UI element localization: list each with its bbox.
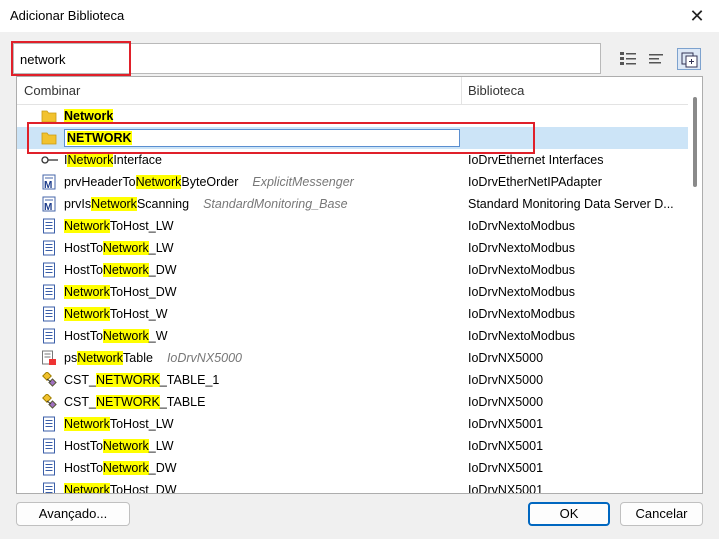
item-name: NETWORK	[64, 129, 460, 147]
table-icon	[41, 350, 57, 366]
item-name: HostToNetwork_DW	[64, 263, 177, 277]
item-library: IoDrvNextoModbus	[468, 263, 575, 277]
item-name: NetworkToHost_LW	[64, 417, 174, 431]
item-namespace: ExplicitMessenger	[252, 175, 354, 189]
list-view-icon	[649, 54, 663, 64]
item-library: Standard Monitoring Data Server D...	[468, 197, 674, 211]
item-library: IoDrvNX5000	[468, 351, 544, 365]
item-name: HostToNetwork_W	[64, 329, 168, 343]
item-name: NetworkToHost_LW	[64, 219, 174, 233]
function-icon	[41, 328, 57, 344]
list-item[interactable]: MprvHeaderToNetworkByteOrder ExplicitMess…	[17, 171, 689, 193]
column-separator[interactable]	[461, 77, 462, 104]
list-item[interactable]: HostToNetwork_LW IoDrvNextoModbus	[17, 237, 689, 259]
column-header-name[interactable]: Combinar	[24, 83, 80, 98]
category-view-icon	[620, 52, 636, 65]
item-library: IoDrvEthernet Interfaces	[468, 153, 604, 167]
column-header-library[interactable]: Biblioteca	[468, 83, 524, 98]
item-name: HostToNetwork_LW	[64, 241, 174, 255]
results-list[interactable]: Combinar Biblioteca Network NETWORK INetwo…	[16, 76, 703, 494]
item-name: NetworkToHost_DW	[64, 483, 177, 493]
svg-text:M: M	[44, 202, 52, 212]
function-icon	[41, 240, 57, 256]
item-library: IoDrvNextoModbus	[468, 285, 575, 299]
add-window-icon	[681, 52, 698, 68]
item-name: Network	[64, 109, 114, 123]
item-name: INetworkInterface	[64, 153, 162, 167]
constant-icon	[41, 371, 57, 388]
item-library: IoDrvNX5001	[468, 483, 544, 494]
item-library: IoDrvNX5001	[468, 461, 544, 475]
item-name: NetworkToHost_DW	[64, 285, 177, 299]
close-icon[interactable]: ✕	[685, 4, 709, 28]
constant-icon	[41, 393, 57, 410]
function-icon	[41, 482, 57, 493]
list-item[interactable]: INetworkInterface IoDrvEthernet Interface…	[17, 149, 689, 171]
folder-icon	[41, 108, 57, 124]
window-title: Adicionar Biblioteca	[10, 8, 125, 23]
list-item[interactable]: NetworkToHost_DW IoDrvNextoModbus	[17, 281, 689, 303]
list-item[interactable]: HostToNetwork_DW IoDrvNextoModbus	[17, 259, 689, 281]
function-icon	[41, 416, 57, 432]
list-item[interactable]: HostToNetwork_DW IoDrvNX5001	[17, 457, 689, 479]
advanced-button[interactable]: Avançado...	[16, 502, 130, 526]
title-bar: Adicionar Biblioteca ✕	[0, 0, 719, 32]
method-icon: M	[41, 174, 57, 191]
list-item[interactable]: CST_NETWORK_TABLE_1 IoDrvNX5000	[17, 369, 689, 391]
search-box[interactable]	[13, 43, 601, 74]
item-library: IoDrvEtherNetIPAdapter	[468, 175, 602, 189]
category-view-button[interactable]	[616, 48, 640, 70]
item-name: HostToNetwork_DW	[64, 461, 177, 475]
interface-icon	[41, 152, 58, 168]
scrollbar-thumb[interactable]	[693, 97, 697, 187]
item-name: NetworkToHost_W	[64, 307, 168, 321]
item-name: CST_NETWORK_TABLE_1	[64, 373, 220, 387]
list-view-button[interactable]	[644, 48, 668, 70]
item-name: CST_NETWORK_TABLE	[64, 395, 206, 409]
folder-icon	[41, 130, 57, 146]
item-name: prvIsNetworkScanning StandardMonitoring_B…	[64, 197, 348, 211]
function-icon	[41, 284, 57, 300]
item-library: IoDrvNX5001	[468, 439, 544, 453]
function-icon	[41, 460, 57, 476]
list-item[interactable]: psNetworkTable IoDrvNX5000 IoDrvNX5000	[17, 347, 689, 369]
item-name: prvHeaderToNetworkByteOrder ExplicitMesse…	[64, 175, 354, 189]
item-library: IoDrvNextoModbus	[468, 219, 575, 233]
item-name: HostToNetwork_LW	[64, 439, 174, 453]
item-library: IoDrvNX5001	[468, 417, 544, 431]
item-name: psNetworkTable IoDrvNX5000	[64, 351, 242, 365]
ok-button[interactable]: OK	[528, 502, 610, 526]
vertical-scrollbar[interactable]	[688, 77, 702, 493]
list-item[interactable]: NETWORK	[17, 127, 689, 149]
function-icon	[41, 306, 57, 322]
list-header: Combinar Biblioteca	[17, 77, 689, 105]
item-library: IoDrvNextoModbus	[468, 329, 575, 343]
function-icon	[41, 262, 57, 278]
item-library: IoDrvNextoModbus	[468, 241, 575, 255]
list-item[interactable]: MprvIsNetworkScanning StandardMonitoring_…	[17, 193, 689, 215]
function-icon	[41, 438, 57, 454]
item-library: IoDrvNX5000	[468, 395, 544, 409]
add-window-button[interactable]	[677, 48, 701, 70]
list-item[interactable]: Network	[17, 105, 689, 127]
search-input[interactable]	[20, 50, 520, 68]
list-item[interactable]: HostToNetwork_W IoDrvNextoModbus	[17, 325, 689, 347]
cancel-button[interactable]: Cancelar	[620, 502, 703, 526]
function-icon	[41, 218, 57, 234]
list-item[interactable]: CST_NETWORK_TABLE IoDrvNX5000	[17, 391, 689, 413]
item-namespace: IoDrvNX5000	[166, 351, 242, 365]
svg-text:M: M	[44, 180, 52, 190]
list-item[interactable]: NetworkToHost_DW IoDrvNX5001	[17, 479, 689, 494]
method-icon: M	[41, 196, 57, 213]
item-library: IoDrvNX5000	[468, 373, 544, 387]
list-item[interactable]: NetworkToHost_W IoDrvNextoModbus	[17, 303, 689, 325]
item-library: IoDrvNextoModbus	[468, 307, 575, 321]
list-item[interactable]: NetworkToHost_LW IoDrvNextoModbus	[17, 215, 689, 237]
list-item[interactable]: NetworkToHost_LW IoDrvNX5001	[17, 413, 689, 435]
item-namespace: StandardMonitoring_Base	[203, 197, 348, 211]
list-item[interactable]: HostToNetwork_LW IoDrvNX5001	[17, 435, 689, 457]
